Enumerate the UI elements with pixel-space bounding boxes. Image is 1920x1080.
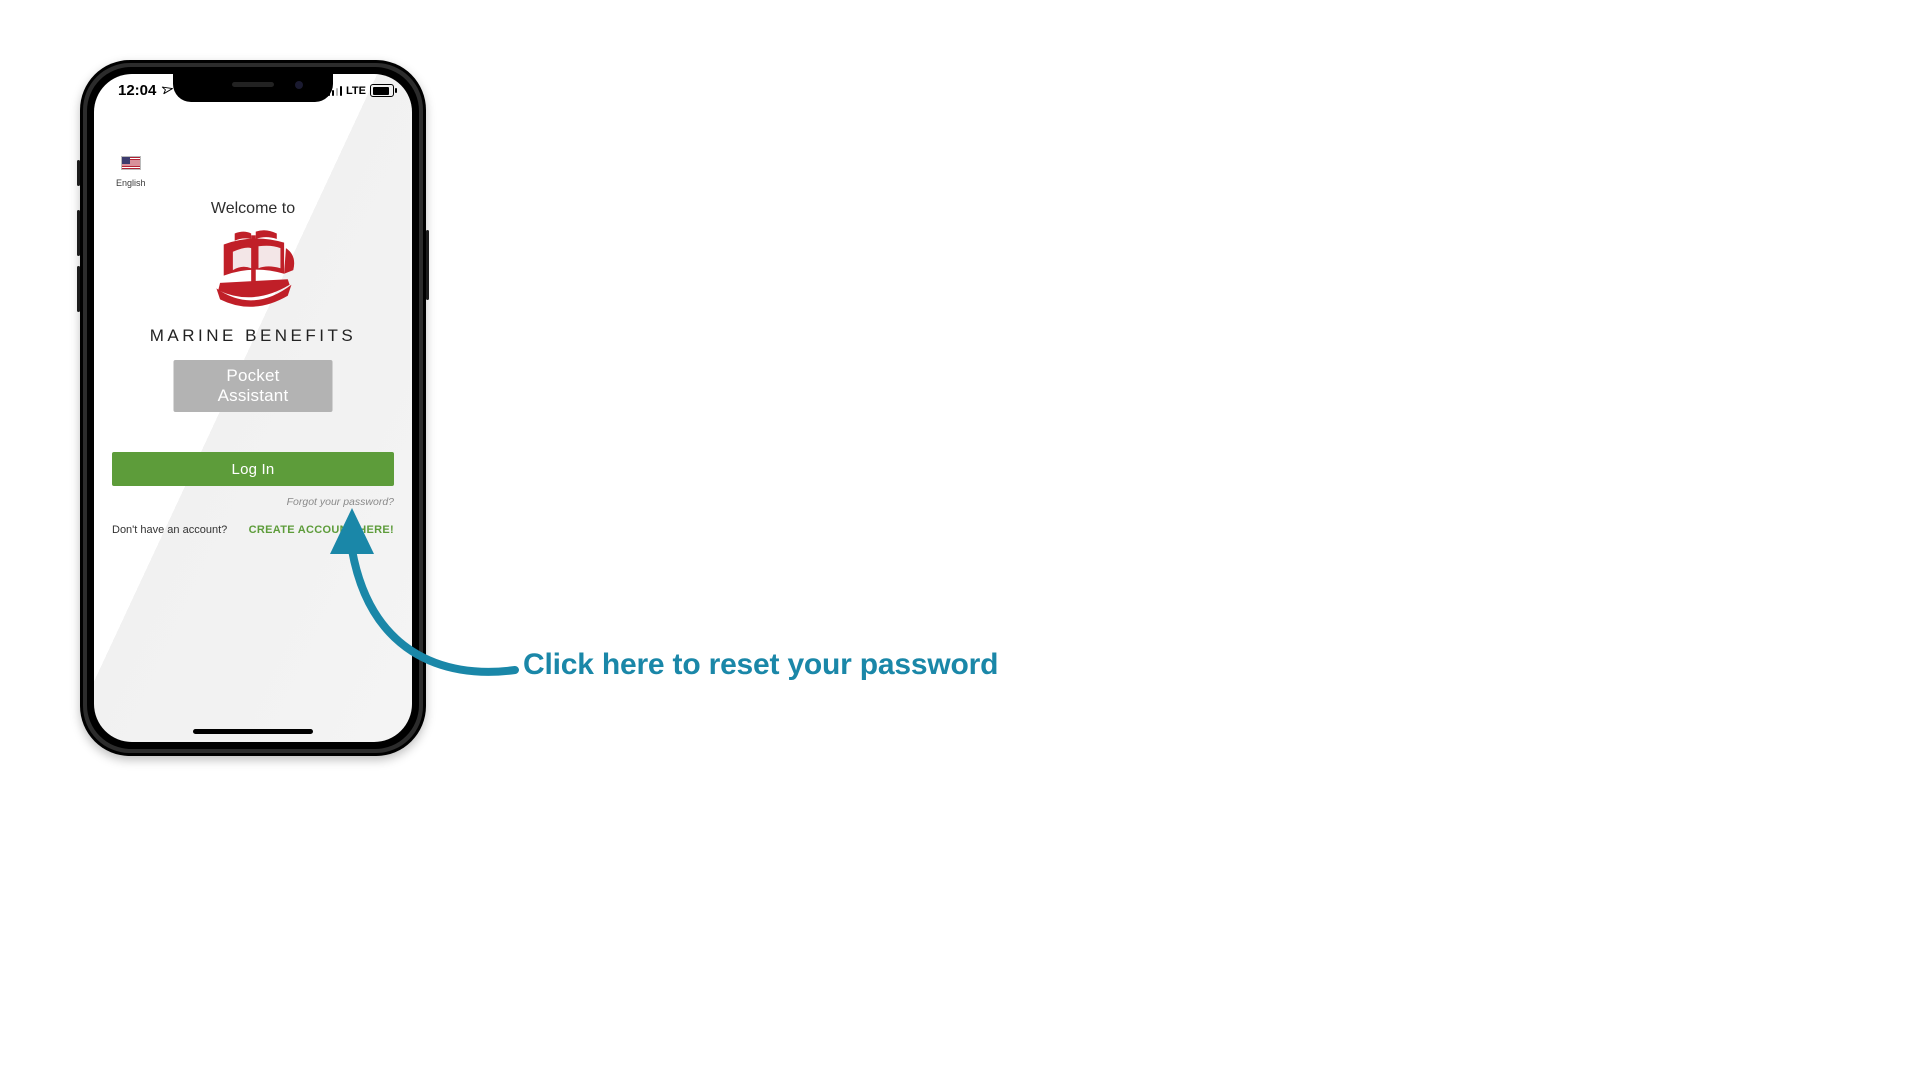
- phone-volume-down-button: [77, 266, 80, 312]
- pocket-assistant-button[interactable]: Pocket Assistant: [174, 360, 333, 412]
- phone-screen: 12:04 LTE English: [94, 74, 412, 742]
- language-label: English: [116, 178, 146, 188]
- home-indicator: [193, 729, 313, 734]
- phone-silence-switch: [77, 160, 80, 186]
- no-account-text: Don't have an account?: [112, 524, 227, 536]
- status-time: 12:04: [118, 82, 156, 99]
- phone-mockup: 12:04 LTE English: [80, 60, 426, 756]
- phone-power-button: [426, 230, 429, 300]
- forgot-password-link[interactable]: Forgot your password?: [287, 496, 394, 508]
- welcome-text: Welcome to: [94, 200, 412, 218]
- us-flag-icon: [121, 156, 141, 170]
- create-account-link[interactable]: CREATE ACCOUNT HERE!: [249, 524, 394, 536]
- brand-title: MARINE BENEFITS: [94, 326, 412, 346]
- phone-body: 12:04 LTE English: [80, 60, 426, 756]
- phone-notch: [173, 74, 333, 102]
- brand-ship-logo-icon: [207, 228, 299, 319]
- battery-icon: [370, 84, 394, 97]
- language-selector[interactable]: English: [116, 156, 146, 191]
- create-account-row: Don't have an account? CREATE ACCOUNT HE…: [112, 524, 394, 536]
- callout-text: Click here to reset your password: [523, 648, 998, 682]
- app-root: English Welcome to: [94, 104, 412, 742]
- phone-volume-up-button: [77, 210, 80, 256]
- network-type-label: LTE: [346, 85, 366, 97]
- document-canvas: 12:04 LTE English: [0, 0, 1920, 1080]
- log-in-button[interactable]: Log In: [112, 452, 394, 486]
